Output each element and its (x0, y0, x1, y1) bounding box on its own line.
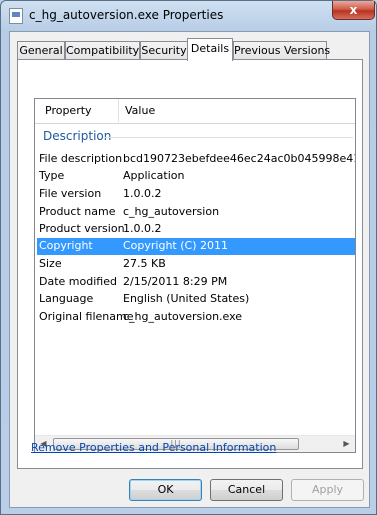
tab-details[interactable]: Details (187, 38, 233, 61)
cancel-button[interactable]: Cancel (210, 479, 283, 501)
tab-compatibility[interactable]: Compatibility (65, 41, 140, 60)
property-name: Type (39, 169, 65, 182)
tab-previous-versions[interactable]: Previous Versions (233, 41, 330, 60)
list-item[interactable]: Product version 1.0.0.2 (37, 221, 355, 238)
list-item-selected[interactable]: Copyright Copyright (C) 2011 (37, 238, 355, 255)
property-value: c_hg_autoversion (123, 205, 220, 218)
remove-properties-link[interactable]: Remove Properties and Personal Informati… (31, 441, 276, 454)
property-value: c_hg_autoversion.exe (123, 310, 243, 323)
list-item[interactable]: Date modified 2/15/2011 8:29 PM (37, 274, 355, 291)
property-name: Language (39, 292, 94, 305)
window-title: c_hg_autoversion.exe Properties (29, 8, 224, 22)
property-name: Product name (39, 205, 116, 218)
property-name: Copyright (39, 239, 93, 252)
application-icon (9, 8, 23, 24)
property-value: English (United States) (123, 292, 250, 305)
property-name: File description (39, 152, 123, 165)
property-value: 2/15/2011 8:29 PM (123, 275, 228, 288)
property-name: Date modified (39, 275, 117, 288)
list-item[interactable]: Size 27.5 KB (37, 256, 355, 273)
property-name: File version (39, 187, 102, 200)
close-button[interactable]: x (332, 1, 375, 20)
properties-dialog: General Compatibility Security Details P… (9, 31, 370, 508)
tab-general[interactable]: General (17, 41, 65, 60)
scroll-right-arrow-icon[interactable]: ▶ (338, 436, 355, 452)
list-item[interactable]: Product name c_hg_autoversion (37, 204, 355, 221)
property-name: Product version (39, 222, 125, 235)
property-name: Size (39, 257, 62, 270)
column-header-value[interactable]: Value (125, 104, 155, 117)
property-name: Original filename (39, 310, 134, 323)
group-description: Description (43, 129, 112, 143)
ok-button[interactable]: OK (129, 479, 202, 501)
property-value: Application (123, 169, 185, 182)
list-header: Property Value (35, 99, 355, 124)
property-value: 1.0.0.2 (123, 222, 162, 235)
list-item[interactable]: File description bcd190723ebefdee46ec24a… (37, 151, 355, 168)
list-item[interactable]: Language English (United States) (37, 291, 355, 308)
property-value: 27.5 KB (123, 257, 166, 270)
column-separator[interactable] (118, 99, 119, 122)
property-value: bcd190723ebefdee46ec24ac0b045998e41238 (123, 152, 356, 165)
window-frame: c_hg_autoversion.exe Properties x Genera… (0, 0, 377, 515)
list-item[interactable]: File version 1.0.0.2 (37, 186, 355, 203)
details-list[interactable]: Property Value Description File descript… (34, 98, 356, 453)
column-header-property[interactable]: Property (45, 104, 92, 117)
property-value: Copyright (C) 2011 (123, 239, 228, 252)
property-value: 1.0.0.2 (123, 187, 162, 200)
details-panel: Property Value Description File descript… (17, 59, 363, 469)
apply-button[interactable]: Apply (291, 479, 364, 501)
tab-security[interactable]: Security (140, 41, 188, 60)
list-item[interactable]: Type Application (37, 168, 355, 185)
group-divider (105, 137, 353, 138)
list-item[interactable]: Original filename c_hg_autoversion.exe (37, 309, 355, 326)
title-bar[interactable]: c_hg_autoversion.exe Properties x (1, 1, 377, 31)
